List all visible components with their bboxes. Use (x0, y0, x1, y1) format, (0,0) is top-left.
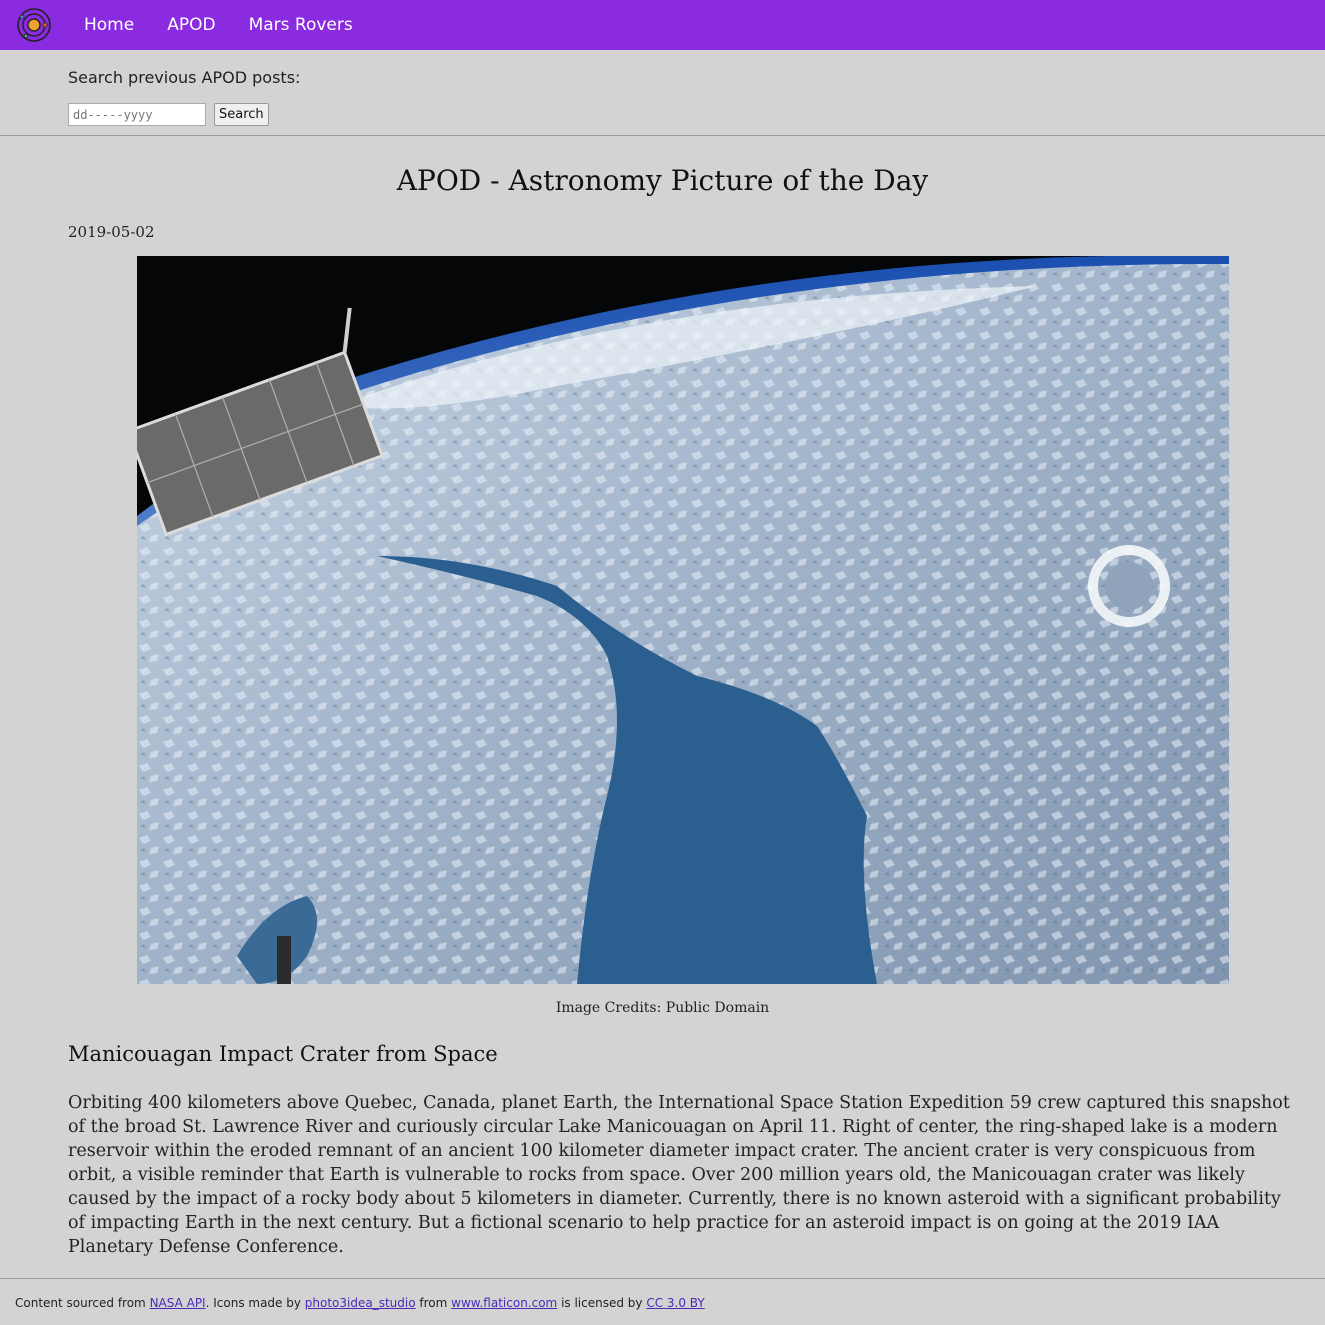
apod-date: 2019-05-02 (68, 223, 155, 241)
nasa-api-link[interactable]: NASA API (150, 1296, 206, 1310)
orbit-logo-icon[interactable] (16, 7, 52, 43)
flaticon-link[interactable]: www.flaticon.com (451, 1296, 557, 1310)
search-label: Search previous APOD posts: (68, 68, 301, 87)
search-row: Search (68, 103, 1325, 126)
image-credits: Image Credits: Public Domain (555, 1000, 770, 1016)
nav-mars-rovers-link[interactable]: Mars Rovers (249, 15, 353, 35)
date-search-input[interactable] (68, 103, 206, 126)
footer-text-4: is licensed by (557, 1296, 647, 1310)
page-title: APOD - Astronomy Picture of the Day (396, 164, 929, 197)
footer-text-1: Content sourced from (15, 1296, 150, 1310)
post-title: Manicouagan Impact Crater from Space (68, 1042, 498, 1066)
nav-home-link[interactable]: Home (84, 15, 134, 35)
footer-text-2: . Icons made by (205, 1296, 305, 1310)
apod-image (137, 256, 1229, 984)
search-button[interactable]: Search (214, 103, 269, 126)
nav-apod-link[interactable]: APOD (167, 15, 215, 35)
footer: Content sourced from NASA API. Icons mad… (0, 1278, 1325, 1325)
photo3idea-studio-link[interactable]: photo3idea_studio (305, 1296, 416, 1310)
top-navbar: Home APOD Mars Rovers (0, 0, 1325, 50)
post-explanation: Orbiting 400 kilometers above Quebec, Ca… (68, 1093, 1290, 1257)
search-section: Search previous APOD posts: Search (0, 50, 1325, 136)
cc-license-link[interactable]: CC 3.0 BY (646, 1296, 704, 1310)
footer-text-3: from (415, 1296, 452, 1310)
